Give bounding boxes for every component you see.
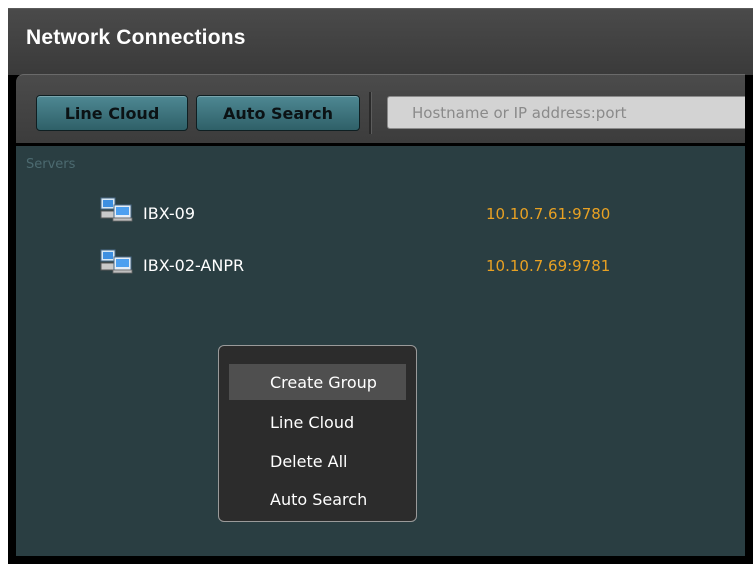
auto-search-button[interactable]: Auto Search xyxy=(196,95,360,131)
server-name: IBX-02-ANPR xyxy=(143,256,245,275)
menu-item-delete-all[interactable]: Delete All xyxy=(229,443,406,479)
server-name: IBX-09 xyxy=(143,204,195,223)
menu-item-create-group[interactable]: Create Group xyxy=(229,364,406,400)
context-menu: Create Group Line Cloud Delete All Auto … xyxy=(218,345,417,522)
server-row[interactable]: IBX-02-ANPR 10.10.7.69:9781 xyxy=(0,249,745,280)
server-row[interactable]: IBX-09 10.10.7.61:9780 xyxy=(0,197,745,228)
servers-section-label: Servers xyxy=(26,157,76,172)
host-address-input[interactable]: Hostname or IP address:port xyxy=(387,96,745,129)
line-cloud-button[interactable]: Line Cloud xyxy=(36,95,188,131)
server-icon xyxy=(100,197,133,222)
menu-item-line-cloud[interactable]: Line Cloud xyxy=(229,404,406,440)
server-icon xyxy=(100,249,133,274)
toolbar-separator xyxy=(369,92,372,134)
server-address: 10.10.7.61:9780 xyxy=(486,205,611,223)
server-address: 10.10.7.69:9781 xyxy=(486,257,611,275)
menu-item-auto-search[interactable]: Auto Search xyxy=(229,481,406,517)
window-title: Network Connections xyxy=(26,26,246,49)
